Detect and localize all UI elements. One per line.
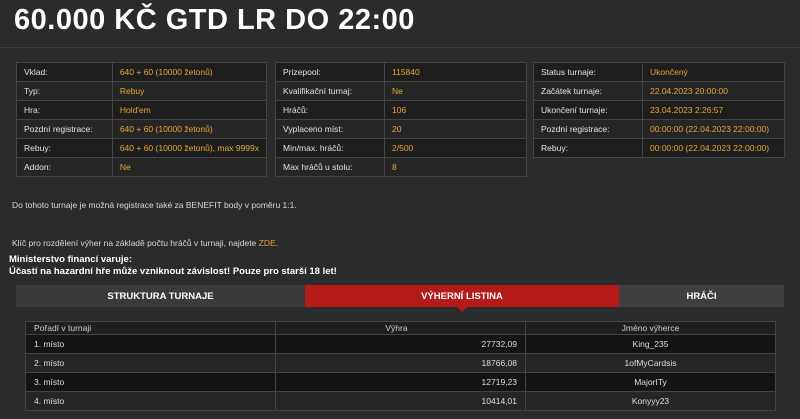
winner-cell: King_235 (525, 334, 776, 354)
tab-winners[interactable]: VÝHERNÍ LISTINA (305, 285, 619, 312)
info-value: 106 (384, 100, 527, 120)
info-value: Ukončený (642, 62, 785, 82)
info-label: Vklad: (16, 62, 113, 82)
info-row: Kvalifikační turnaj: Ne (275, 81, 527, 101)
info-value: Ne (384, 81, 527, 101)
info-value: 22.04.2023 20:00:00 (642, 81, 785, 101)
prize-key-text: Klíč pro rozdělení výher na základě počt… (12, 238, 259, 248)
info-row: Ukončení turnaje: 23.04.2023 2:26:57 (533, 100, 785, 120)
info-label: Max hráčů u stolu: (275, 157, 385, 177)
info-value: 00:00:00 (22.04.2023 22:00:00) (642, 138, 785, 158)
info-row: Prizepool: 115840 (275, 62, 527, 82)
tab-players[interactable]: HRÁČI (619, 285, 784, 307)
info-label: Ukončení turnaje: (533, 100, 643, 120)
info-row: Pozdní registrace: 640 + 60 (10000 žetonů… (16, 119, 268, 139)
winners-table: Pořadí v turnaji Výhra Jméno výherce 1. … (25, 321, 776, 411)
info-row: Pozdní registrace: 00:00:00 (22.04.2023 2… (533, 119, 785, 139)
prize-key-note: Klíč pro rozdělení výher na základě počt… (12, 238, 278, 248)
info-row: Vyplaceno míst: 20 (275, 119, 527, 139)
winner-cell: MajorITy (525, 372, 776, 392)
info-value: Hold'em (111, 100, 268, 120)
info-row: Status turnaje: Ukončený (533, 62, 785, 82)
info-value: 115840 (384, 62, 527, 82)
info-label: Status turnaje: (533, 62, 643, 82)
info-row: Hra: Hold'em (16, 100, 268, 120)
info-value: 640 + 60 (10000 žetonů) (111, 62, 268, 82)
info-label: Hráčů: (275, 100, 385, 120)
info-value: 640 + 60 (10000 žetonů) (111, 119, 268, 139)
info-row: Rebuy: 640 + 60 (10000 žetonů), max 9999x (16, 138, 268, 158)
tab-structure[interactable]: STRUKTURA TURNAJE (16, 285, 305, 307)
info-value: 23.04.2023 2:26:57 (642, 100, 785, 120)
benefit-note: Do tohoto turnaje je možná registrace ta… (12, 200, 297, 210)
info-value: Ne (111, 157, 268, 177)
info-table-right: Status turnaje: Ukončený Začátek turnaje:… (533, 62, 785, 158)
place-cell: 2. místo (25, 353, 276, 373)
info-value: Rebuy (111, 81, 268, 101)
column-header-prize: Výhra (275, 321, 526, 335)
page-title: 60.000 KČ GTD LR DO 22:00 (14, 4, 415, 36)
info-label: Vyplaceno míst: (275, 119, 385, 139)
info-label: Prizepool: (275, 62, 385, 82)
column-header-place: Pořadí v turnaji (25, 321, 276, 335)
prize-cell: 12719,23 (275, 372, 526, 392)
info-value: 640 + 60 (10000 žetonů), max 9999x (111, 138, 268, 158)
info-label: Hra: (16, 100, 113, 120)
prize-key-link[interactable]: ZDE (259, 238, 276, 248)
prize-cell: 10414,01 (275, 391, 526, 411)
info-row: Vklad: 640 + 60 (10000 žetonů) (16, 62, 268, 82)
place-cell: 4. místo (25, 391, 276, 411)
info-row: Typ: Rebuy (16, 81, 268, 101)
tab-winners-label: VÝHERNÍ LISTINA (421, 290, 503, 302)
prize-cell: 27732,09 (275, 334, 526, 354)
place-cell: 3. místo (25, 372, 276, 392)
winner-cell: 1ofMyCardsis (525, 353, 776, 373)
tournament-tabs: STRUKTURA TURNAJE VÝHERNÍ LISTINA HRÁČI (16, 285, 784, 312)
table-row: 1. místo 27732,09 King_235 (25, 334, 776, 354)
info-label: Kvalifikační turnaj: (275, 81, 385, 101)
info-label: Pozdní registrace: (533, 119, 643, 139)
info-label: Rebuy: (533, 138, 643, 158)
gambling-warning-title: Ministerstvo financí varuje: (9, 254, 133, 265)
gambling-warning-text: Účastí na hazardní hře může vzniknout zá… (9, 266, 337, 277)
info-row: Addon: Ne (16, 157, 268, 177)
info-row: Max hráčů u stolu: 8 (275, 157, 527, 177)
table-header-row: Pořadí v turnaji Výhra Jméno výherce (25, 321, 776, 335)
table-row: 4. místo 10414,01 Konyyy23 (25, 391, 776, 411)
column-header-winner: Jméno výherce (525, 321, 776, 335)
info-row: Rebuy: 00:00:00 (22.04.2023 22:00:00) (533, 138, 785, 158)
winner-cell: Konyyy23 (525, 391, 776, 411)
info-row: Min/max. hráčů: 2/500 (275, 138, 527, 158)
info-label: Typ: (16, 81, 113, 101)
info-value: 8 (384, 157, 527, 177)
info-value: 00:00:00 (22.04.2023 22:00:00) (642, 119, 785, 139)
info-label: Min/max. hráčů: (275, 138, 385, 158)
info-value: 20 (384, 119, 527, 139)
title-divider (0, 47, 800, 48)
info-label: Začátek turnaje: (533, 81, 643, 101)
prize-key-end: . (275, 238, 279, 248)
prize-cell: 18766,08 (275, 353, 526, 373)
table-row: 3. místo 12719,23 MajorITy (25, 372, 776, 392)
info-table-middle: Prizepool: 115840 Kvalifikační turnaj: Ne … (275, 62, 527, 177)
info-value: 2/500 (384, 138, 527, 158)
active-tab-pointer (457, 307, 467, 312)
info-row: Hráčů: 106 (275, 100, 527, 120)
info-row: Začátek turnaje: 22.04.2023 20:00:00 (533, 81, 785, 101)
table-row: 2. místo 18766,08 1ofMyCardsis (25, 353, 776, 373)
info-label: Pozdní registrace: (16, 119, 113, 139)
info-label: Rebuy: (16, 138, 113, 158)
info-table-left: Vklad: 640 + 60 (10000 žetonů) Typ: Rebuy … (16, 62, 268, 177)
place-cell: 1. místo (25, 334, 276, 354)
info-label: Addon: (16, 157, 113, 177)
